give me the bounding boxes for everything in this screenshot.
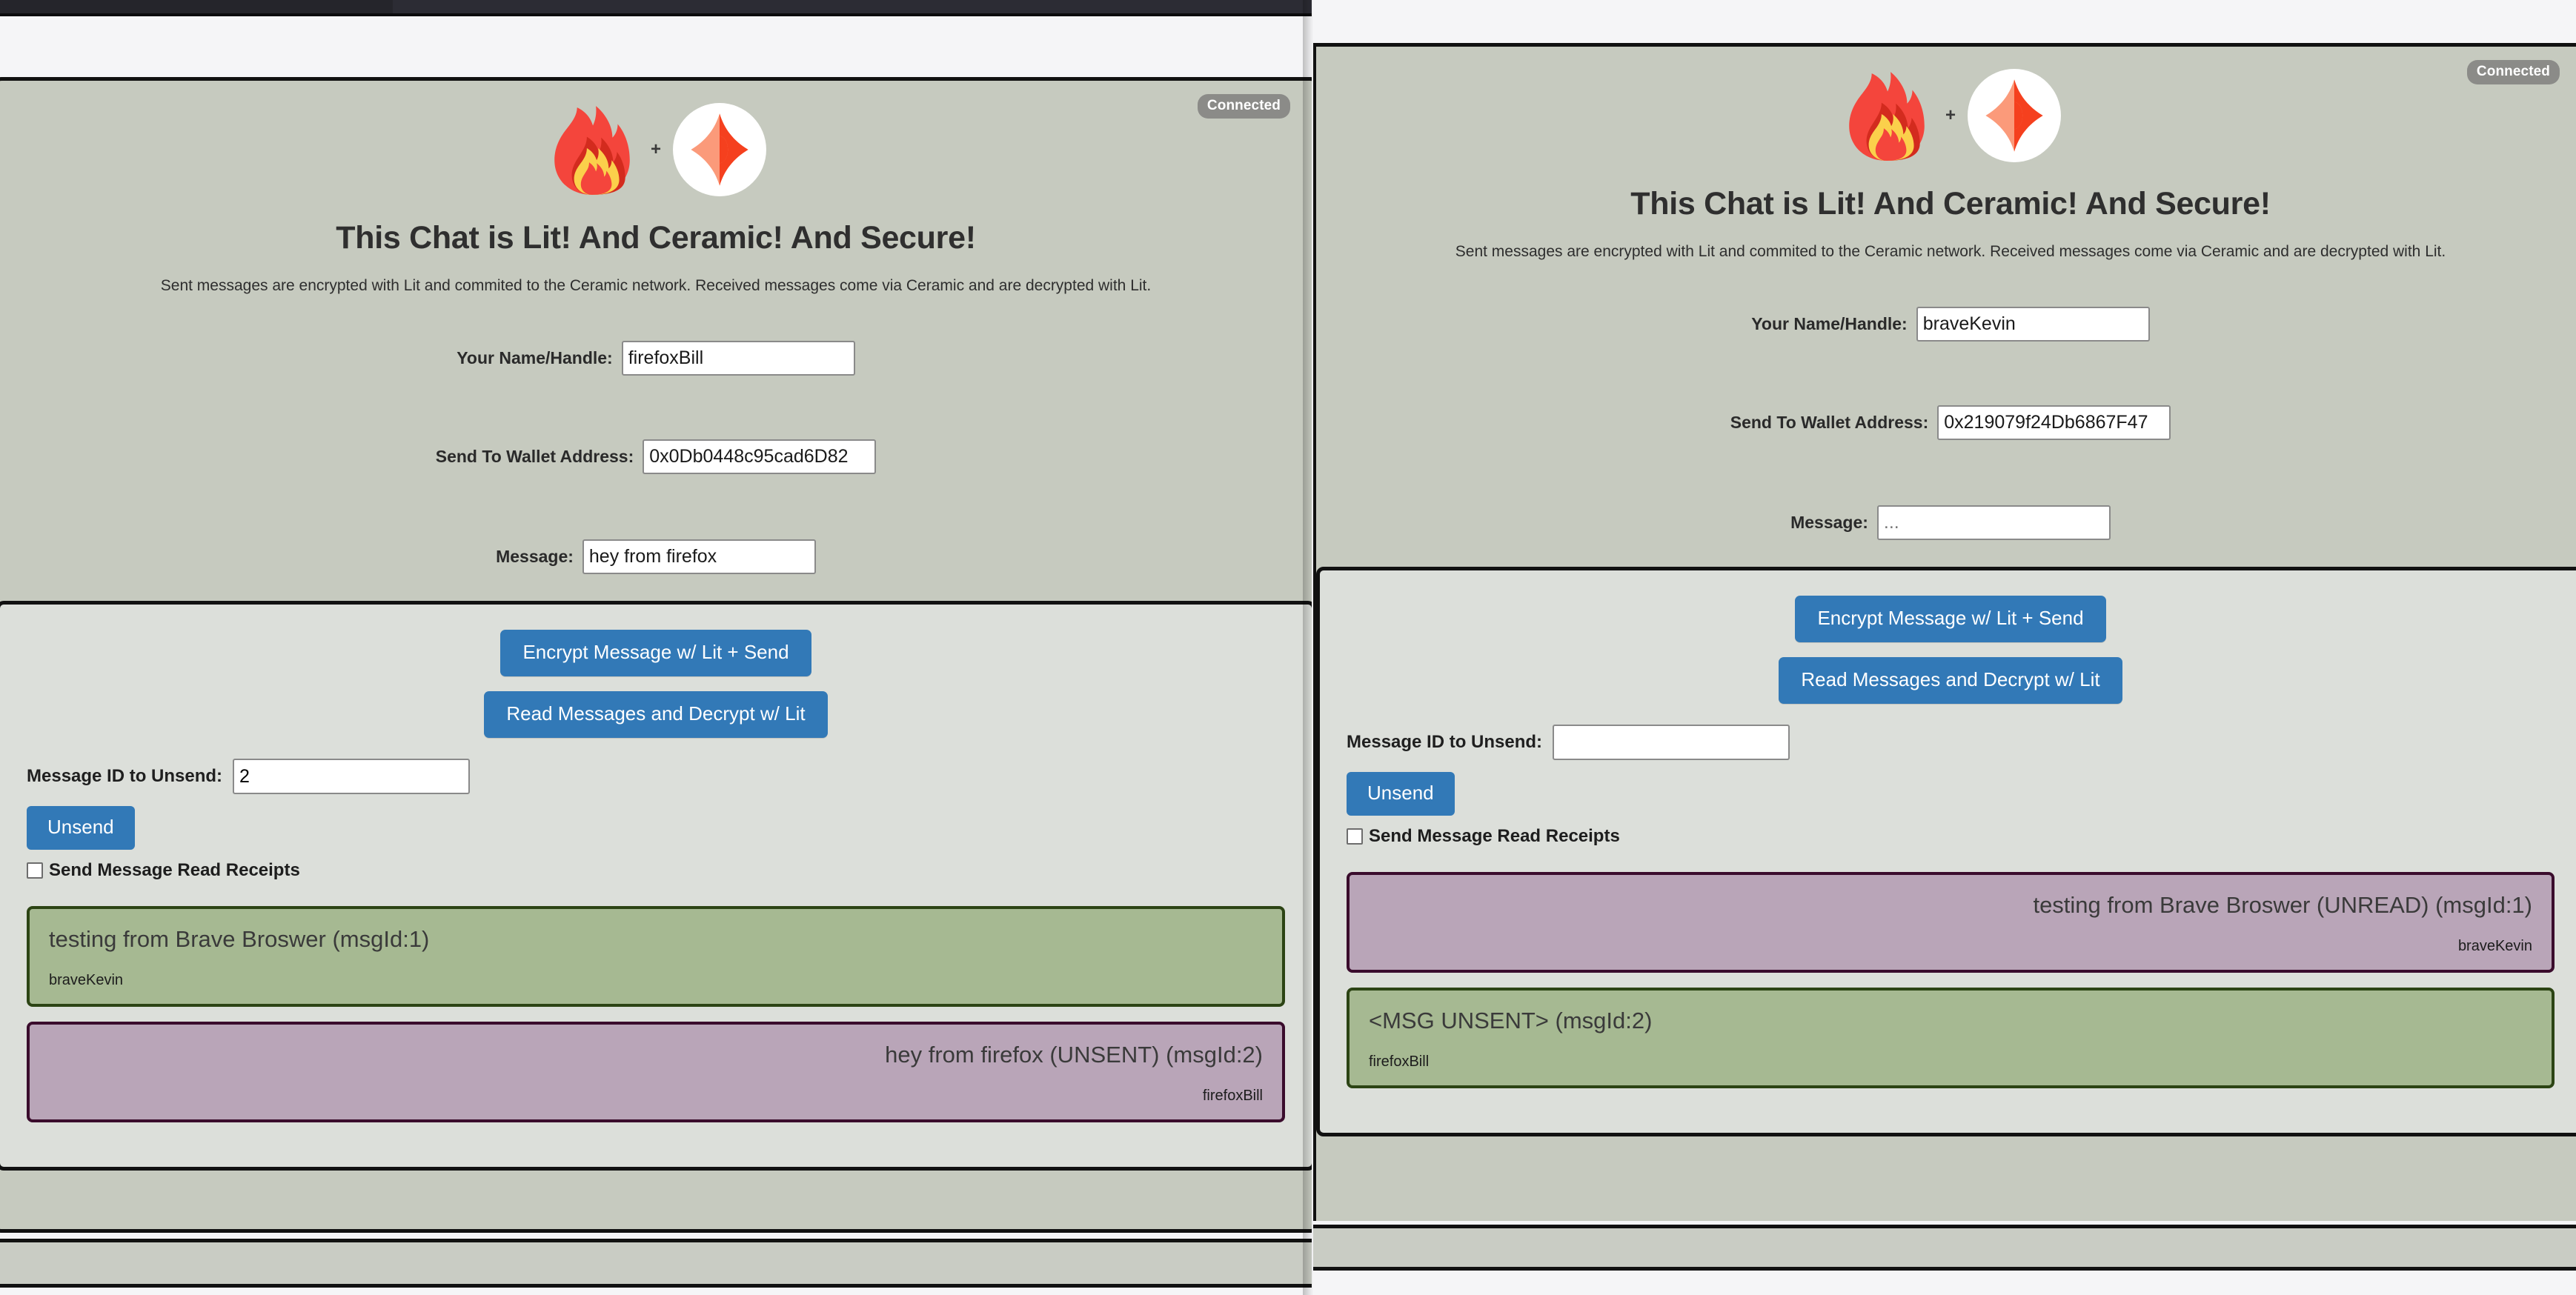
right-hero: Connected + This Chat is Lit! And Cerami… bbox=[1316, 47, 2576, 1137]
left-browser-window: Connected + This Chat is Lit! And Cerami… bbox=[0, 0, 1312, 1295]
unsend-id-row: Message ID to Unsend: bbox=[27, 759, 1285, 794]
unsend-button[interactable]: Unsend bbox=[1347, 772, 1455, 816]
encrypt-send-button[interactable]: Encrypt Message w/ Lit + Send bbox=[1795, 596, 2106, 642]
status-badge: Connected bbox=[1197, 94, 1290, 119]
right-message-list: testing from Brave Broswer (UNREAD) (msg… bbox=[1347, 872, 2555, 1089]
unsend-id-input[interactable] bbox=[1553, 725, 1790, 760]
left-action-panel: Encrypt Message w/ Lit + Send Read Messa… bbox=[0, 601, 1312, 1171]
message-input[interactable] bbox=[582, 539, 816, 574]
right-action-panel: Encrypt Message w/ Lit + Send Read Messa… bbox=[1316, 567, 2576, 1137]
wallet-field-label: Send To Wallet Address: bbox=[435, 447, 634, 466]
encrypt-send-button[interactable]: Encrypt Message w/ Lit + Send bbox=[500, 630, 811, 676]
left-window-titlebar[interactable] bbox=[0, 0, 1312, 16]
name-field-row: Your Name/Handle: bbox=[1316, 307, 2576, 342]
wallet-field-row: Send To Wallet Address: bbox=[0, 439, 1312, 474]
right-browser-window: Connected + This Chat is Lit! And Cerami… bbox=[1313, 0, 2576, 1295]
wallet-address-input[interactable] bbox=[1937, 405, 2171, 440]
left-browser-chrome bbox=[0, 19, 1312, 79]
message-bubble[interactable]: testing from Brave Broswer (msgId:1) bra… bbox=[27, 906, 1285, 1008]
wallet-address-input[interactable] bbox=[643, 439, 877, 474]
logo-row: + bbox=[0, 88, 1312, 198]
name-field-row: Your Name/Handle: bbox=[0, 341, 1312, 376]
wallet-field-label: Send To Wallet Address: bbox=[1730, 413, 1929, 432]
ceramic-logo-icon bbox=[671, 101, 768, 198]
name-field-label: Your Name/Handle: bbox=[1751, 314, 1908, 333]
flame-icon bbox=[1839, 67, 1935, 164]
name-input[interactable] bbox=[621, 341, 855, 376]
left-hero: Connected + This Chat is Lit! And Cerami… bbox=[0, 81, 1312, 1171]
logo-row: + bbox=[1316, 54, 2576, 164]
message-input[interactable] bbox=[1876, 505, 2111, 540]
message-text: testing from Brave Broswer (UNREAD) (msg… bbox=[2033, 892, 2532, 918]
name-input[interactable] bbox=[1916, 307, 2150, 342]
unsend-id-row: Message ID to Unsend: bbox=[1347, 725, 2555, 760]
page-subtitle: Sent messages are encrypted with Lit and… bbox=[1455, 243, 2446, 260]
message-text: testing from Brave Broswer (msgId:1) bbox=[49, 926, 430, 952]
plus-separator: + bbox=[650, 139, 661, 159]
message-author: braveKevin bbox=[2457, 938, 2532, 955]
unsend-id-input[interactable] bbox=[233, 759, 471, 794]
page-subtitle: Sent messages are encrypted with Lit and… bbox=[160, 277, 1152, 294]
left-page-body: Connected + This Chat is Lit! And Cerami… bbox=[0, 77, 1312, 1233]
name-field-label: Your Name/Handle: bbox=[457, 348, 613, 367]
unsend-id-label: Message ID to Unsend: bbox=[27, 766, 223, 786]
status-badge: Connected bbox=[2466, 60, 2560, 84]
read-receipts-row: Send Message Read Receipts bbox=[1347, 826, 2555, 847]
message-author: firefoxBill bbox=[1369, 1053, 1430, 1071]
read-decrypt-button[interactable]: Read Messages and Decrypt w/ Lit bbox=[484, 691, 828, 738]
plus-separator: + bbox=[1945, 105, 1956, 125]
right-window-footer bbox=[1313, 1225, 2576, 1271]
right-page-body: Connected + This Chat is Lit! And Cerami… bbox=[1313, 43, 2576, 1221]
primary-button-column: Encrypt Message w/ Lit + Send Read Messa… bbox=[27, 630, 1285, 738]
message-field-row: Message: bbox=[0, 539, 1312, 574]
page-title: This Chat is Lit! And Ceramic! And Secur… bbox=[1630, 186, 2271, 222]
message-bubble[interactable]: <MSG UNSENT> (msgId:2) firefoxBill bbox=[1347, 988, 2555, 1089]
read-receipts-label: Send Message Read Receipts bbox=[1369, 826, 1620, 846]
read-receipts-checkbox[interactable] bbox=[27, 862, 43, 879]
read-receipts-label: Send Message Read Receipts bbox=[49, 860, 300, 880]
unsend-id-label: Message ID to Unsend: bbox=[1347, 732, 1543, 752]
left-browser-tab[interactable] bbox=[393, 0, 1312, 13]
message-field-row: Message: bbox=[1316, 505, 2576, 540]
left-message-list: testing from Brave Broswer (msgId:1) bra… bbox=[27, 906, 1285, 1123]
message-text: <MSG UNSENT> (msgId:2) bbox=[1369, 1008, 1653, 1034]
right-browser-chrome bbox=[1313, 0, 2576, 43]
message-field-label: Message: bbox=[1790, 513, 1868, 532]
message-text: hey from firefox (UNSENT) (msgId:2) bbox=[885, 1042, 1263, 1068]
primary-button-column: Encrypt Message w/ Lit + Send Read Messa… bbox=[1347, 596, 2555, 704]
left-window-footer bbox=[0, 1239, 1312, 1288]
dual-browser-screenshot: Connected + This Chat is Lit! And Cerami… bbox=[0, 0, 2576, 1295]
read-receipts-row: Send Message Read Receipts bbox=[27, 860, 1285, 881]
page-title: This Chat is Lit! And Ceramic! And Secur… bbox=[336, 220, 976, 256]
message-bubble[interactable]: hey from firefox (UNSENT) (msgId:2) fire… bbox=[27, 1022, 1285, 1123]
read-decrypt-button[interactable]: Read Messages and Decrypt w/ Lit bbox=[1779, 657, 2122, 704]
ceramic-logo-icon bbox=[1966, 67, 2062, 164]
flame-icon bbox=[544, 101, 640, 198]
message-field-label: Message: bbox=[496, 547, 574, 566]
message-author: firefoxBill bbox=[1202, 1088, 1263, 1105]
read-receipts-checkbox[interactable] bbox=[1347, 828, 1363, 845]
unsend-button[interactable]: Unsend bbox=[27, 806, 135, 850]
message-bubble[interactable]: testing from Brave Broswer (UNREAD) (msg… bbox=[1347, 872, 2555, 973]
wallet-field-row: Send To Wallet Address: bbox=[1316, 405, 2576, 440]
message-author: braveKevin bbox=[49, 972, 124, 989]
